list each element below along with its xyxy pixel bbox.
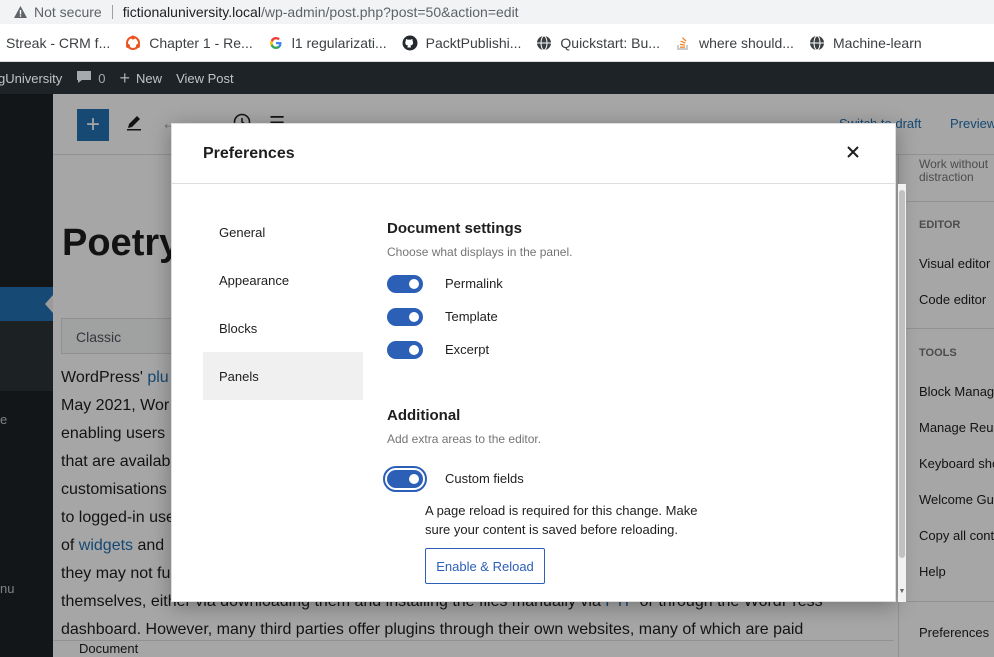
- document-settings-desc: Choose what displays in the panel.: [387, 245, 573, 259]
- template-toggle[interactable]: [387, 307, 423, 326]
- preferences-modal: Preferences General Appearance Blocks Pa…: [171, 123, 906, 602]
- comments-link[interactable]: 0: [76, 70, 106, 87]
- excerpt-toggle[interactable]: [387, 340, 423, 359]
- bookmark-item[interactable]: Chapter 1 - Re...: [125, 35, 253, 51]
- preferences-content: Document settings Choose what displays i…: [383, 220, 857, 584]
- permalink-option: Permalink: [387, 267, 857, 300]
- view-post-link[interactable]: View Post: [176, 71, 234, 86]
- tab-general[interactable]: General: [203, 208, 363, 256]
- stackoverflow-icon: [675, 35, 691, 51]
- bookmark-label: where should...: [698, 34, 794, 51]
- bookmark-item[interactable]: Quickstart: Bu...: [536, 35, 660, 51]
- permalink-toggle[interactable]: [387, 274, 423, 293]
- new-label: New: [136, 70, 163, 86]
- permalink-label: Permalink: [445, 276, 503, 291]
- bookmark-label: Streak - CRM f...: [6, 34, 111, 51]
- browser-url-bar[interactable]: Not secure fictionaluniversity.local/wp-…: [0, 0, 994, 24]
- excerpt-label: Excerpt: [445, 342, 490, 357]
- tab-blocks[interactable]: Blocks: [203, 304, 363, 352]
- custom-fields-label: Custom fields: [445, 471, 524, 486]
- comment-icon: [76, 70, 92, 87]
- wp-admin-bar: gUniversity 0 + New View Post: [0, 62, 994, 94]
- scroll-down-icon[interactable]: ▼: [898, 588, 906, 595]
- additional-desc: Add extra areas to the editor.: [387, 432, 542, 446]
- ubuntu-icon: [125, 35, 141, 51]
- bookmark-label: Chapter 1 - Re...: [149, 34, 253, 51]
- custom-fields-toggle[interactable]: [383, 465, 427, 492]
- bookmarks-bar: Streak - CRM f... Chapter 1 - Re... l1 r…: [0, 24, 994, 62]
- modal-scrollbar[interactable]: ▼: [898, 184, 906, 602]
- bookmark-item[interactable]: l1 regularizati...: [268, 35, 387, 51]
- document-settings-title: Document settings: [387, 220, 523, 237]
- bookmark-item[interactable]: PacktPublishi...: [402, 34, 522, 51]
- bookmark-label: Machine-learn: [832, 34, 922, 51]
- preferences-nav: General Appearance Blocks Panels: [203, 208, 363, 400]
- scrollbar-thumb[interactable]: [899, 190, 905, 558]
- google-icon: [268, 35, 284, 51]
- close-button[interactable]: [840, 141, 866, 167]
- bookmark-item[interactable]: Machine-learn: [809, 35, 922, 51]
- bookmark-item[interactable]: Streak - CRM f...: [6, 35, 110, 51]
- plus-icon: +: [119, 68, 131, 88]
- tab-appearance[interactable]: Appearance: [203, 256, 363, 304]
- globe-icon: [536, 35, 552, 51]
- modal-header: Preferences: [172, 124, 895, 184]
- bookmark-label: Quickstart: Bu...: [560, 34, 660, 51]
- additional-title: Additional: [387, 407, 461, 424]
- github-icon: [402, 35, 418, 51]
- bookmark-label: PacktPublishi...: [425, 34, 522, 51]
- bookmark-label: l1 regularizati...: [291, 34, 387, 51]
- reload-help-text: A page reload is required for this chang…: [425, 503, 698, 537]
- warning-icon: [12, 4, 28, 20]
- site-name-link[interactable]: gUniversity: [0, 71, 62, 86]
- modal-title: Preferences: [203, 145, 295, 162]
- url-path[interactable]: /wp-admin/post.php?post=50&action=edit: [261, 4, 519, 20]
- url-separator: [111, 5, 113, 19]
- not-secure-label[interactable]: Not secure: [34, 4, 102, 20]
- enable-reload-button[interactable]: Enable & Reload: [425, 548, 545, 584]
- comments-count: 0: [98, 70, 106, 86]
- template-label: Template: [445, 309, 498, 324]
- new-content-link[interactable]: + New: [120, 69, 163, 87]
- excerpt-option: Excerpt: [387, 333, 857, 366]
- close-icon: [847, 145, 859, 163]
- template-option: Template: [387, 300, 857, 333]
- url-host[interactable]: fictionaluniversity.local: [123, 4, 261, 20]
- globe-icon: [809, 35, 825, 51]
- custom-fields-option: Custom fields: [383, 462, 857, 495]
- bookmark-item[interactable]: where should...: [675, 35, 794, 51]
- tab-panels[interactable]: Panels: [203, 352, 363, 400]
